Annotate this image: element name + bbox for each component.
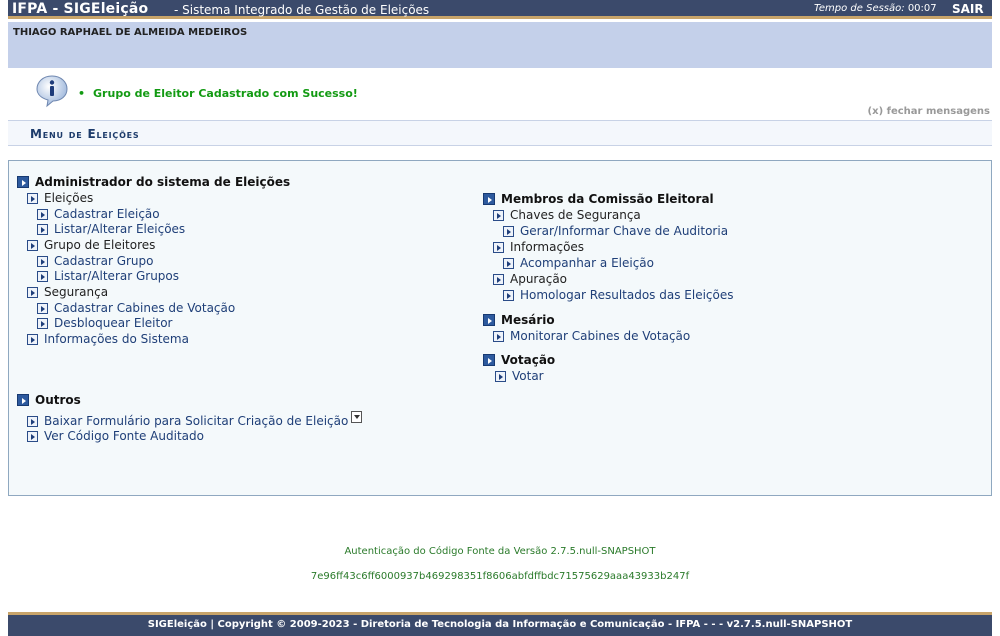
link-homologar[interactable]: Homologar Resultados das Eleições — [503, 288, 734, 302]
top-bar: IFPA - SIGEleição - Sistema Integrado de… — [8, 0, 992, 19]
arrow-right-icon — [493, 330, 504, 342]
section-outros-title: Outros — [35, 393, 81, 407]
link-listar-eleicoes[interactable]: Listar/Alterar Eleições — [37, 222, 185, 236]
link-desbloquear-eleitor[interactable]: Desbloquear Eleitor — [37, 316, 173, 330]
arrow-right-icon — [37, 317, 48, 329]
link-monitorar-cabines-label[interactable]: Monitorar Cabines de Votação — [510, 329, 690, 343]
user-name: THIAGO RAPHAEL DE ALMEIDA MEDEIROS — [13, 27, 248, 38]
section-arrow-icon — [17, 176, 29, 188]
user-info-band: THIAGO RAPHAEL DE ALMEIDA MEDEIROS — [8, 22, 992, 68]
submenu-seguranca[interactable]: Segurança — [27, 285, 108, 299]
arrow-right-icon — [493, 209, 504, 221]
section-arrow-icon — [17, 394, 29, 406]
menu-panel: Administrador do sistema de Eleições Ele… — [8, 160, 992, 496]
link-cadastrar-eleicao-label[interactable]: Cadastrar Eleição — [54, 207, 160, 221]
arrow-right-icon — [503, 257, 514, 269]
arrow-right-icon — [37, 223, 48, 235]
link-homologar-label[interactable]: Homologar Resultados das Eleições — [520, 288, 734, 302]
link-cadastrar-grupo[interactable]: Cadastrar Grupo — [37, 254, 154, 268]
link-cadastrar-eleicao[interactable]: Cadastrar Eleição — [37, 207, 160, 221]
link-cadastrar-grupo-label[interactable]: Cadastrar Grupo — [54, 254, 154, 268]
menu-title: Menu de Eleições — [30, 127, 140, 141]
section-arrow-icon — [483, 193, 495, 205]
section-comissao-title: Membros da Comissão Eleitoral — [501, 192, 714, 206]
arrow-right-icon — [27, 415, 38, 427]
link-baixar-formulario-label[interactable]: Baixar Formulário para Solicitar Criação… — [44, 414, 348, 428]
link-monitorar-cabines[interactable]: Monitorar Cabines de Votação — [493, 329, 690, 343]
link-gerar-chave[interactable]: Gerar/Informar Chave de Auditoria — [503, 224, 728, 238]
link-baixar-formulario[interactable]: Baixar Formulário para Solicitar Criação… — [27, 411, 363, 428]
arrow-right-icon — [503, 289, 514, 301]
section-arrow-icon — [483, 314, 495, 326]
system-name[interactable]: IFPA - SIGEleição — [12, 1, 148, 17]
link-votar[interactable]: Votar — [495, 369, 544, 383]
auth-version-text: Autenticação do Código Fonte da Versão 2… — [344, 546, 656, 557]
system-subtitle: - Sistema Integrado de Gestão de Eleiçõe… — [174, 3, 430, 17]
section-comissao: Membros da Comissão Eleitoral — [483, 192, 714, 206]
link-votar-label[interactable]: Votar — [512, 369, 544, 383]
section-mesario: Mesário — [483, 313, 555, 327]
link-acompanhar-label[interactable]: Acompanhar a Eleição — [520, 256, 654, 270]
section-outros: Outros — [17, 393, 81, 407]
section-mesario-title: Mesário — [501, 313, 555, 327]
arrow-right-icon — [37, 255, 48, 267]
message-area: Grupo de Eleitor Cadastrado com Sucesso!… — [8, 68, 992, 120]
arrow-right-icon — [37, 302, 48, 314]
section-admin-title: Administrador do sistema de Eleições — [35, 175, 291, 189]
link-listar-grupos[interactable]: Listar/Alterar Grupos — [37, 269, 179, 283]
link-ver-codigo[interactable]: Ver Código Fonte Auditado — [27, 429, 204, 443]
link-cadastrar-cabines-label[interactable]: Cadastrar Cabines de Votação — [54, 301, 235, 315]
submenu-eleicoes-label: Eleições — [44, 191, 94, 205]
arrow-right-icon — [495, 370, 506, 382]
submenu-chaves[interactable]: Chaves de Segurança — [493, 208, 641, 222]
submenu-apuracao-label: Apuração — [510, 272, 568, 286]
session-label: Tempo de Sessão: — [814, 3, 905, 14]
info-icon — [36, 75, 68, 108]
submenu-chaves-label: Chaves de Segurança — [510, 208, 641, 222]
arrow-right-icon — [503, 225, 514, 237]
auth-hash-text: 7e96ff43c6ff6000937b469298351f8606abfdff… — [310, 571, 690, 582]
arrow-right-icon — [27, 430, 38, 442]
submenu-informacoes[interactable]: Informações — [493, 240, 584, 254]
submenu-eleicoes[interactable]: Eleições — [27, 191, 93, 205]
section-admin: Administrador do sistema de Eleições — [17, 175, 290, 189]
link-listar-eleicoes-label[interactable]: Listar/Alterar Eleições — [54, 222, 185, 236]
link-informacoes-sistema-label[interactable]: Informações do Sistema — [44, 332, 189, 346]
arrow-right-icon — [27, 333, 38, 345]
arrow-right-icon — [27, 239, 38, 251]
link-informacoes-sistema[interactable]: Informações do Sistema — [27, 332, 189, 346]
arrow-right-icon — [27, 286, 38, 298]
arrow-right-icon — [37, 208, 48, 220]
section-arrow-icon — [483, 354, 495, 366]
submenu-grupo-eleitores[interactable]: Grupo de Eleitores — [27, 238, 155, 252]
session-time: 00:07 — [907, 3, 937, 14]
section-votacao-title: Votação — [501, 353, 556, 367]
close-messages-link[interactable]: (x) fechar mensagens — [868, 106, 990, 117]
footer-bar: SIGEleição | Copyright © 2009-2023 - Dir… — [8, 612, 992, 636]
submenu-seguranca-label: Segurança — [44, 285, 109, 299]
menu-title-bar: Menu de Eleições — [8, 120, 992, 146]
submenu-grupo-eleitores-label: Grupo de Eleitores — [44, 238, 156, 252]
link-desbloquear-eleitor-label[interactable]: Desbloquear Eleitor — [54, 316, 173, 330]
arrow-right-icon — [27, 192, 38, 204]
session-timer: Tempo de Sessão: 00:07 — [814, 3, 937, 14]
submenu-informacoes-label: Informações — [510, 240, 585, 254]
link-gerar-chave-label[interactable]: Gerar/Informar Chave de Auditoria — [520, 224, 728, 238]
link-listar-grupos-label[interactable]: Listar/Alterar Grupos — [54, 269, 179, 283]
link-acompanhar[interactable]: Acompanhar a Eleição — [503, 256, 654, 270]
submenu-apuracao[interactable]: Apuração — [493, 272, 567, 286]
logout-link[interactable]: SAIR — [952, 2, 984, 16]
download-icon[interactable] — [351, 411, 363, 423]
link-cadastrar-cabines[interactable]: Cadastrar Cabines de Votação — [37, 301, 235, 315]
arrow-right-icon — [493, 273, 504, 285]
section-votacao: Votação — [483, 353, 555, 367]
arrow-right-icon — [493, 241, 504, 253]
success-message: Grupo de Eleitor Cadastrado com Sucesso! — [78, 87, 358, 100]
link-ver-codigo-label[interactable]: Ver Código Fonte Auditado — [44, 429, 204, 443]
arrow-right-icon — [37, 270, 48, 282]
